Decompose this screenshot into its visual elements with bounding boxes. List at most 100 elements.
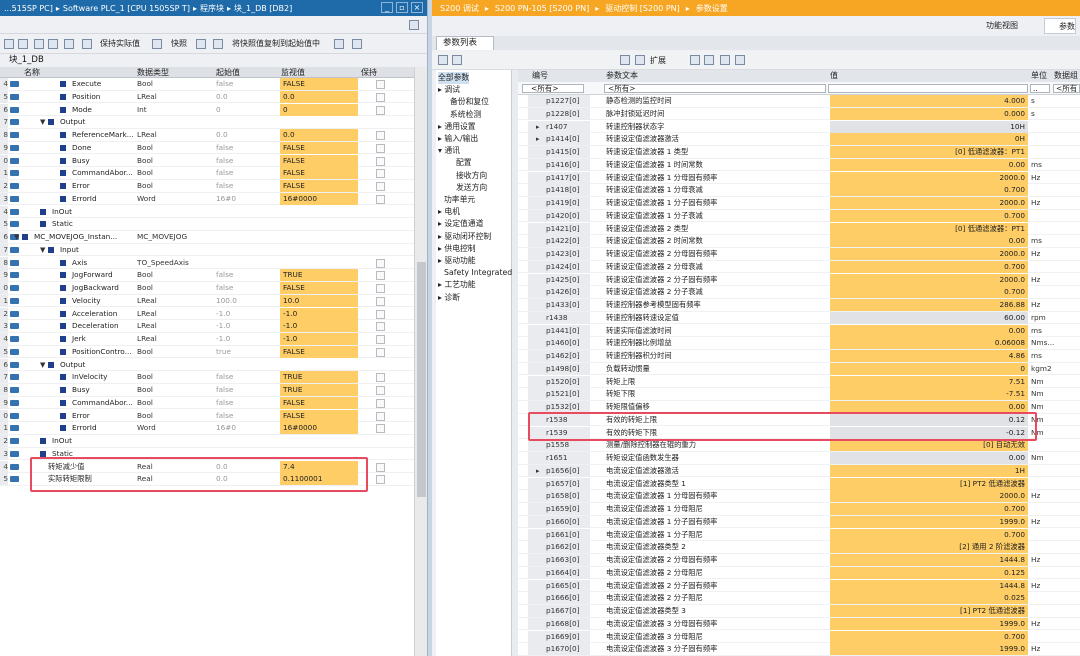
table-row[interactable]: 6 ▼ MC_MOVEJOG_Instan... MC_MOVEJOG — [0, 231, 414, 244]
variable-name[interactable]: InOut — [52, 435, 72, 448]
param-number[interactable]: p1460[0] — [528, 337, 590, 350]
nav-item[interactable]: ▸ 驱动闭环控制 — [438, 231, 491, 243]
param-number[interactable]: p1669[0] — [528, 630, 590, 643]
expand-button[interactable]: 扩展 — [650, 55, 666, 66]
retain-checkbox[interactable] — [376, 131, 385, 140]
table-row[interactable]: p1657[0] 电流设定值滤波器类型 1 [1] PT2 低通滤波器 — [518, 477, 1080, 491]
param-number[interactable]: p1520[0] — [528, 375, 590, 388]
param-value[interactable]: [1] PT2 低通滤波器 — [830, 605, 1028, 617]
variable-name[interactable]: Input — [60, 244, 79, 257]
snapshot-button[interactable]: 快照 — [171, 38, 187, 50]
retain-checkbox[interactable] — [376, 309, 385, 319]
table-row[interactable]: r1651 转矩设定值函数发生器 0.00 Nm — [518, 452, 1080, 465]
retain-checkbox[interactable] — [376, 156, 385, 166]
retain-checkbox[interactable] — [376, 424, 385, 434]
table-row[interactable]: 9 Done Bool false FALSE — [0, 141, 414, 155]
param-number[interactable]: p1423[0] — [528, 248, 590, 260]
nav-item[interactable]: 备份和复位 — [450, 96, 489, 108]
variable-name[interactable]: CommandAbor... — [72, 167, 133, 180]
table-row[interactable]: p1414[0] ▸ 转速设定值滤波器激活 0H — [518, 133, 1080, 146]
table-row[interactable]: p1419[0] 转速设定值滤波器 1 分子固有频率 2000.0 Hz — [518, 197, 1080, 210]
table-row[interactable]: 9 CommandAbor... Bool false FALSE — [0, 396, 414, 410]
param-number[interactable]: p1417[0] — [528, 171, 590, 184]
col-param-text[interactable]: 参数文本 — [606, 70, 638, 82]
start-value[interactable]: false — [216, 78, 233, 91]
table-row[interactable]: 5 PositionContro... Bool true FALSE — [0, 345, 414, 359]
table-row[interactable]: p1656[0] ▸ 电流设定值滤波器激活 1H — [518, 464, 1080, 478]
variable-name[interactable]: CommandAbor... — [72, 397, 133, 410]
param-number[interactable]: p1418[0] — [528, 184, 590, 197]
param-number[interactable]: p1662[0] — [528, 541, 590, 554]
col-dataset[interactable]: 数据组 — [1054, 70, 1078, 82]
table-row[interactable]: 3 ErrorId Word 16#0 16#0000 — [0, 192, 414, 206]
nav-item[interactable]: ▸ 通用设置 — [438, 121, 476, 133]
variable-name[interactable]: ErrorId — [72, 193, 97, 206]
col-name[interactable]: 名称 — [24, 67, 40, 78]
param-value[interactable]: 0.700 — [830, 528, 1028, 541]
param-value[interactable]: 4.000 — [830, 95, 1028, 107]
collapse-icon[interactable] — [48, 39, 58, 49]
start-value[interactable]: false — [216, 384, 233, 397]
col-retain[interactable]: 保持 — [361, 67, 377, 78]
retain-checkbox[interactable] — [376, 386, 385, 395]
retain-checkbox[interactable] — [376, 182, 385, 191]
retain-checkbox[interactable] — [376, 373, 385, 383]
retain-checkbox[interactable] — [376, 296, 385, 306]
table-row[interactable]: p1659[0] 电流设定值滤波器 1 分母阻尼 0.700 — [518, 503, 1080, 516]
retain-checkbox[interactable] — [376, 143, 385, 153]
param-number[interactable]: p1441[0] — [528, 324, 590, 337]
table-row[interactable]: p1423[0] 转速设定值滤波器 2 分母固有频率 2000.0 Hz — [518, 248, 1080, 261]
param-value[interactable]: 0.025 — [830, 592, 1028, 605]
nav-item[interactable]: 全部参数 — [438, 72, 470, 84]
grid-icon[interactable] — [438, 55, 448, 65]
variable-name[interactable]: PositionContro... — [72, 346, 132, 359]
param-value[interactable]: 0.700 — [830, 286, 1028, 299]
table-row[interactable]: p1663[0] 电流设定值滤波器 2 分母固有频率 1444.8 Hz — [518, 554, 1080, 567]
nav-item[interactable]: ▸ 诊断 — [438, 292, 460, 304]
table-row[interactable]: 8 ReferenceMark... LReal 0.0 0.0 — [0, 129, 414, 142]
table-row[interactable]: p1667[0] 电流设定值滤波器类型 3 [1] PT2 低通滤波器 — [518, 605, 1080, 618]
table-row[interactable]: p1441[0] 转速实际值滤波时间 0.00 ms — [518, 324, 1080, 338]
retain-checkbox[interactable] — [376, 411, 385, 421]
start-value[interactable]: false — [216, 167, 233, 180]
col-number[interactable]: 编号 — [532, 70, 548, 82]
retain-checkbox[interactable] — [376, 169, 385, 179]
variable-name[interactable]: Execute — [72, 78, 101, 91]
variable-name[interactable]: ErrorId — [72, 422, 97, 435]
breadcrumb-item[interactable]: ▸ — [193, 4, 197, 13]
retain-checkbox[interactable] — [376, 271, 385, 281]
start-value[interactable]: -1.0 — [216, 333, 230, 346]
start-value[interactable]: 0.0 — [216, 91, 228, 104]
param-value[interactable]: 1H — [830, 464, 1028, 477]
param-number[interactable]: p1663[0] — [528, 554, 590, 566]
expand-arrow-icon[interactable]: ▸ — [536, 133, 540, 146]
param-number[interactable]: p1668[0] — [528, 617, 590, 630]
variable-name[interactable]: Busy — [72, 155, 90, 168]
param-number[interactable]: p1667[0] — [528, 605, 590, 617]
variable-name[interactable]: InVelocity — [72, 371, 107, 384]
start-value[interactable]: false — [216, 269, 233, 282]
monitor-off-icon[interactable] — [82, 39, 92, 49]
monitor-value[interactable]: FALSE — [280, 396, 358, 409]
param-value[interactable]: 0.06008 — [830, 337, 1028, 350]
monitor-value[interactable]: 16#0000 — [280, 192, 358, 205]
variable-name[interactable]: Axis — [72, 257, 87, 270]
retain-checkbox[interactable] — [376, 258, 385, 268]
param-number[interactable]: p1660[0] — [528, 515, 590, 528]
variable-name[interactable]: Deceleration — [72, 320, 119, 333]
monitor-value[interactable]: 0 — [280, 103, 358, 116]
copy-snapshot-button[interactable]: 将快照值复制到起始值中 — [232, 38, 320, 50]
table-row[interactable]: p1668[0] 电流设定值滤波器 3 分母固有频率 1999.0 Hz — [518, 617, 1080, 631]
table-row[interactable]: r1438 转速控制器转速设定值 60.00 rpm — [518, 311, 1080, 325]
restore-button[interactable]: ▫ — [396, 2, 408, 13]
filter-icon[interactable] — [720, 55, 730, 65]
breadcrumb-item[interactable]: ▸ — [595, 4, 599, 13]
variable-name[interactable]: Output — [60, 116, 85, 129]
param-number[interactable]: r1438 — [528, 311, 590, 324]
param-number[interactable]: p1658[0] — [528, 490, 590, 503]
param-value[interactable]: 1444.8 — [830, 554, 1028, 566]
nav-item[interactable]: ▸ 供电控制 — [438, 243, 476, 255]
breadcrumb-item[interactable]: S200 PN-105 [S200 PN] — [495, 4, 589, 13]
param-value[interactable]: 286.88 — [830, 299, 1028, 311]
start-value[interactable]: 0 — [216, 104, 221, 117]
